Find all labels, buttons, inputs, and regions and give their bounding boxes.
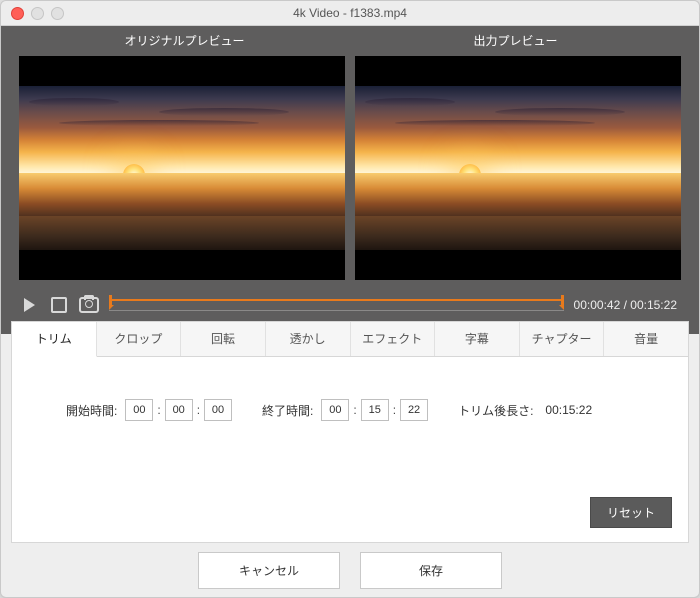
stop-icon <box>51 297 67 313</box>
end-hours[interactable]: 00 <box>321 399 349 421</box>
snapshot-button[interactable] <box>79 295 99 315</box>
trim-track[interactable] <box>109 295 564 315</box>
editor-panel: トリム クロップ 回転 透かし エフェクト 字幕 チャプター 音量 開始時間: … <box>11 321 689 543</box>
traffic-lights <box>11 7 64 20</box>
preview-labels: オリジナルプレビュー 出力プレビュー <box>19 26 681 56</box>
end-time-input: 00: 15: 22 <box>321 399 428 421</box>
transport-controls: 00:00:42 / 00:15:22 <box>19 288 681 322</box>
cancel-button[interactable]: キャンセル <box>198 552 340 589</box>
tab-rotate[interactable]: 回転 <box>181 322 266 356</box>
tab-trim[interactable]: トリム <box>12 322 97 357</box>
output-preview-label: 出力プレビュー <box>350 26 681 56</box>
reset-row: リセット <box>590 497 672 528</box>
titlebar: 4k Video - f1383.mp4 <box>1 1 699 26</box>
trim-length-label: トリム後長さ: <box>458 402 533 419</box>
start-time-label: 開始時間: <box>66 402 117 419</box>
minimize-icon[interactable] <box>31 7 44 20</box>
camera-icon <box>79 297 99 313</box>
original-preview-pane[interactable] <box>19 56 345 280</box>
window-title: 4k Video - f1383.mp4 <box>1 6 699 20</box>
start-time-input: 00: 00: 00 <box>125 399 232 421</box>
tab-effect[interactable]: エフェクト <box>351 322 436 356</box>
maximize-icon[interactable] <box>51 7 64 20</box>
stop-button[interactable] <box>49 295 69 315</box>
save-button[interactable]: 保存 <box>360 552 502 589</box>
play-icon <box>24 298 35 312</box>
output-preview-pane[interactable] <box>355 56 681 280</box>
tab-volume[interactable]: 音量 <box>604 322 688 356</box>
tab-chapter[interactable]: チャプター <box>520 322 605 356</box>
trim-row: 開始時間: 00: 00: 00 終了時間: 00: 15: 22 トリム後長さ… <box>66 399 652 421</box>
current-time: 00:00:42 <box>574 298 621 312</box>
trim-handle-end[interactable] <box>561 295 564 305</box>
trim-form: 開始時間: 00: 00: 00 終了時間: 00: 15: 22 トリム後長さ… <box>12 357 688 421</box>
tab-bar: トリム クロップ 回転 透かし エフェクト 字幕 チャプター 音量 <box>12 322 688 357</box>
start-minutes[interactable]: 00 <box>165 399 193 421</box>
total-time: 00:15:22 <box>630 298 677 312</box>
start-hours[interactable]: 00 <box>125 399 153 421</box>
trim-length-value: 00:15:22 <box>545 403 592 417</box>
tab-subtitle[interactable]: 字幕 <box>435 322 520 356</box>
play-button[interactable] <box>19 295 39 315</box>
footer: キャンセル 保存 <box>1 543 699 597</box>
timecode: 00:00:42 / 00:15:22 <box>574 298 681 312</box>
start-seconds[interactable]: 00 <box>204 399 232 421</box>
original-preview-label: オリジナルプレビュー <box>19 26 350 56</box>
close-icon[interactable] <box>11 7 24 20</box>
tab-watermark[interactable]: 透かし <box>266 322 351 356</box>
app-window: { "window": { "title": "4k Video - f1383… <box>0 0 700 598</box>
end-time-label: 終了時間: <box>262 402 313 419</box>
preview-panes <box>19 56 681 280</box>
end-minutes[interactable]: 15 <box>361 399 389 421</box>
reset-button[interactable]: リセット <box>590 497 672 528</box>
trim-handle-start[interactable] <box>109 295 112 305</box>
tab-crop[interactable]: クロップ <box>97 322 182 356</box>
end-seconds[interactable]: 22 <box>400 399 428 421</box>
preview-area: オリジナルプレビュー 出力プレビュー <box>1 26 699 334</box>
